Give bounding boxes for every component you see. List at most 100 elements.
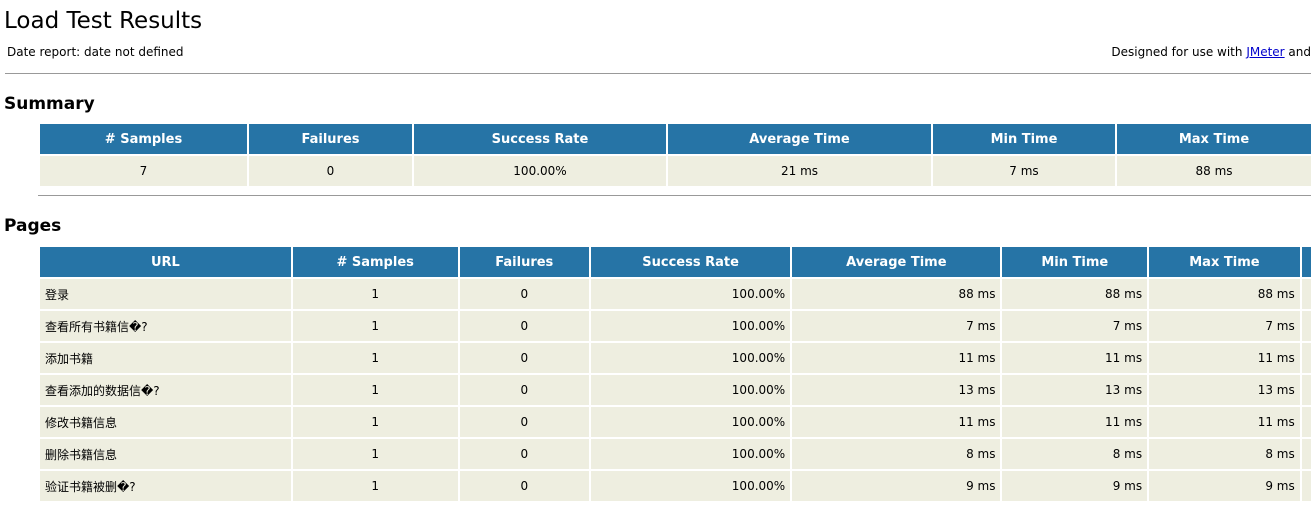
pages-cell-url: 登录 [40, 279, 291, 309]
pages-cell-average-time: 8 ms [792, 439, 1001, 469]
pages-cell-failures: 0 [459, 311, 589, 341]
pages-col-average-time: Average Time [792, 247, 1001, 277]
page-title: Load Test Results [4, 8, 203, 34]
table-row: 查看添加的数据信�? 1 0 100.00% 13 ms 13 ms 13 ms [40, 375, 1311, 405]
designed-suffix: and [1284, 45, 1311, 59]
pages-cell-details [1301, 343, 1311, 373]
pages-cell-max-time: 11 ms [1149, 407, 1300, 437]
pages-cell-average-time: 13 ms [792, 375, 1001, 405]
designed-prefix: Designed for use with [1111, 45, 1247, 59]
pages-col-max-time: Max Time [1149, 247, 1300, 277]
pages-cell-url: 验证书籍被删�? [40, 471, 291, 501]
pages-cell-average-time: 11 ms [792, 407, 1001, 437]
pages-col-min-time: Min Time [1002, 247, 1148, 277]
pages-col-details [1301, 247, 1311, 277]
summary-success-rate: 100.00% [414, 156, 666, 186]
pages-cell-details [1301, 311, 1311, 341]
pages-cell-max-time: 88 ms [1149, 279, 1300, 309]
pages-cell-url: 添加书籍 [40, 343, 291, 373]
pages-table: URL # Samples Failures Success Rate Aver… [38, 245, 1311, 503]
pages-cell-samples: 1 [292, 343, 458, 373]
pages-cell-max-time: 8 ms [1149, 439, 1300, 469]
table-row: 验证书籍被删�? 1 0 100.00% 9 ms 9 ms 9 ms [40, 471, 1311, 501]
top-divider [5, 73, 1311, 74]
pages-cell-failures: 0 [459, 375, 589, 405]
pages-col-samples: # Samples [292, 247, 458, 277]
pages-cell-url: 查看添加的数据信�? [40, 375, 291, 405]
pages-cell-max-time: 7 ms [1149, 311, 1300, 341]
pages-cell-max-time: 11 ms [1149, 343, 1300, 373]
summary-col-min-time: Min Time [933, 124, 1115, 154]
pages-cell-average-time: 9 ms [792, 471, 1001, 501]
pages-cell-success-rate: 100.00% [591, 471, 791, 501]
summary-divider [38, 195, 1311, 196]
pages-cell-average-time: 11 ms [792, 343, 1001, 373]
table-row: 添加书籍 1 0 100.00% 11 ms 11 ms 11 ms [40, 343, 1311, 373]
summary-max-time: 88 ms [1117, 156, 1311, 186]
summary-min-time: 7 ms [933, 156, 1115, 186]
pages-cell-failures: 0 [459, 407, 589, 437]
pages-cell-success-rate: 100.00% [591, 279, 791, 309]
summary-col-samples: # Samples [40, 124, 247, 154]
pages-col-success-rate: Success Rate [591, 247, 791, 277]
pages-cell-details [1301, 439, 1311, 469]
pages-cell-url: 修改书籍信息 [40, 407, 291, 437]
table-row: 查看所有书籍信�? 1 0 100.00% 7 ms 7 ms 7 ms [40, 311, 1311, 341]
pages-cell-max-time: 13 ms [1149, 375, 1300, 405]
pages-cell-success-rate: 100.00% [591, 343, 791, 373]
summary-table: # Samples Failures Success Rate Average … [38, 122, 1311, 188]
summary-col-success-rate: Success Rate [414, 124, 666, 154]
pages-cell-samples: 1 [292, 375, 458, 405]
pages-cell-samples: 1 [292, 407, 458, 437]
pages-cell-details [1301, 375, 1311, 405]
pages-cell-average-time: 88 ms [792, 279, 1001, 309]
pages-cell-details [1301, 279, 1311, 309]
designed-for: Designed for use with JMeter and [1111, 44, 1311, 60]
pages-cell-min-time: 11 ms [1002, 343, 1148, 373]
jmeter-link[interactable]: JMeter [1246, 45, 1284, 59]
summary-row: 7 0 100.00% 21 ms 7 ms 88 ms [40, 156, 1311, 186]
summary-col-max-time: Max Time [1117, 124, 1311, 154]
pages-heading: Pages [4, 216, 62, 236]
pages-cell-url: 查看所有书籍信�? [40, 311, 291, 341]
pages-cell-min-time: 7 ms [1002, 311, 1148, 341]
pages-cell-success-rate: 100.00% [591, 407, 791, 437]
summary-heading: Summary [4, 94, 95, 114]
summary-col-average-time: Average Time [668, 124, 931, 154]
pages-cell-min-time: 88 ms [1002, 279, 1148, 309]
summary-failures: 0 [249, 156, 412, 186]
pages-cell-min-time: 13 ms [1002, 375, 1148, 405]
pages-col-failures: Failures [459, 247, 589, 277]
pages-cell-max-time: 9 ms [1149, 471, 1300, 501]
pages-cell-samples: 1 [292, 439, 458, 469]
pages-col-url: URL [40, 247, 291, 277]
pages-header-row: URL # Samples Failures Success Rate Aver… [40, 247, 1311, 277]
summary-col-failures: Failures [249, 124, 412, 154]
summary-samples: 7 [40, 156, 247, 186]
table-row: 登录 1 0 100.00% 88 ms 88 ms 88 ms [40, 279, 1311, 309]
date-report: Date report: date not defined [7, 45, 184, 59]
summary-header-row: # Samples Failures Success Rate Average … [40, 124, 1311, 154]
pages-cell-success-rate: 100.00% [591, 439, 791, 469]
table-row: 删除书籍信息 1 0 100.00% 8 ms 8 ms 8 ms [40, 439, 1311, 469]
pages-cell-success-rate: 100.00% [591, 375, 791, 405]
pages-cell-details [1301, 471, 1311, 501]
summary-average-time: 21 ms [668, 156, 931, 186]
pages-cell-failures: 0 [459, 471, 589, 501]
pages-cell-failures: 0 [459, 439, 589, 469]
pages-cell-min-time: 11 ms [1002, 407, 1148, 437]
pages-cell-failures: 0 [459, 343, 589, 373]
pages-cell-min-time: 9 ms [1002, 471, 1148, 501]
pages-cell-failures: 0 [459, 279, 589, 309]
pages-body: 登录 1 0 100.00% 88 ms 88 ms 88 ms 查看所有书籍信�? 1 0 100… [40, 279, 1311, 501]
pages-cell-details [1301, 407, 1311, 437]
pages-cell-min-time: 8 ms [1002, 439, 1148, 469]
pages-cell-samples: 1 [292, 471, 458, 501]
pages-cell-average-time: 7 ms [792, 311, 1001, 341]
table-row: 修改书籍信息 1 0 100.00% 11 ms 11 ms 11 ms [40, 407, 1311, 437]
report-meta: Date report: date not defined Designed f… [7, 44, 1311, 62]
pages-cell-samples: 1 [292, 311, 458, 341]
pages-cell-samples: 1 [292, 279, 458, 309]
pages-cell-url: 删除书籍信息 [40, 439, 291, 469]
pages-cell-success-rate: 100.00% [591, 311, 791, 341]
